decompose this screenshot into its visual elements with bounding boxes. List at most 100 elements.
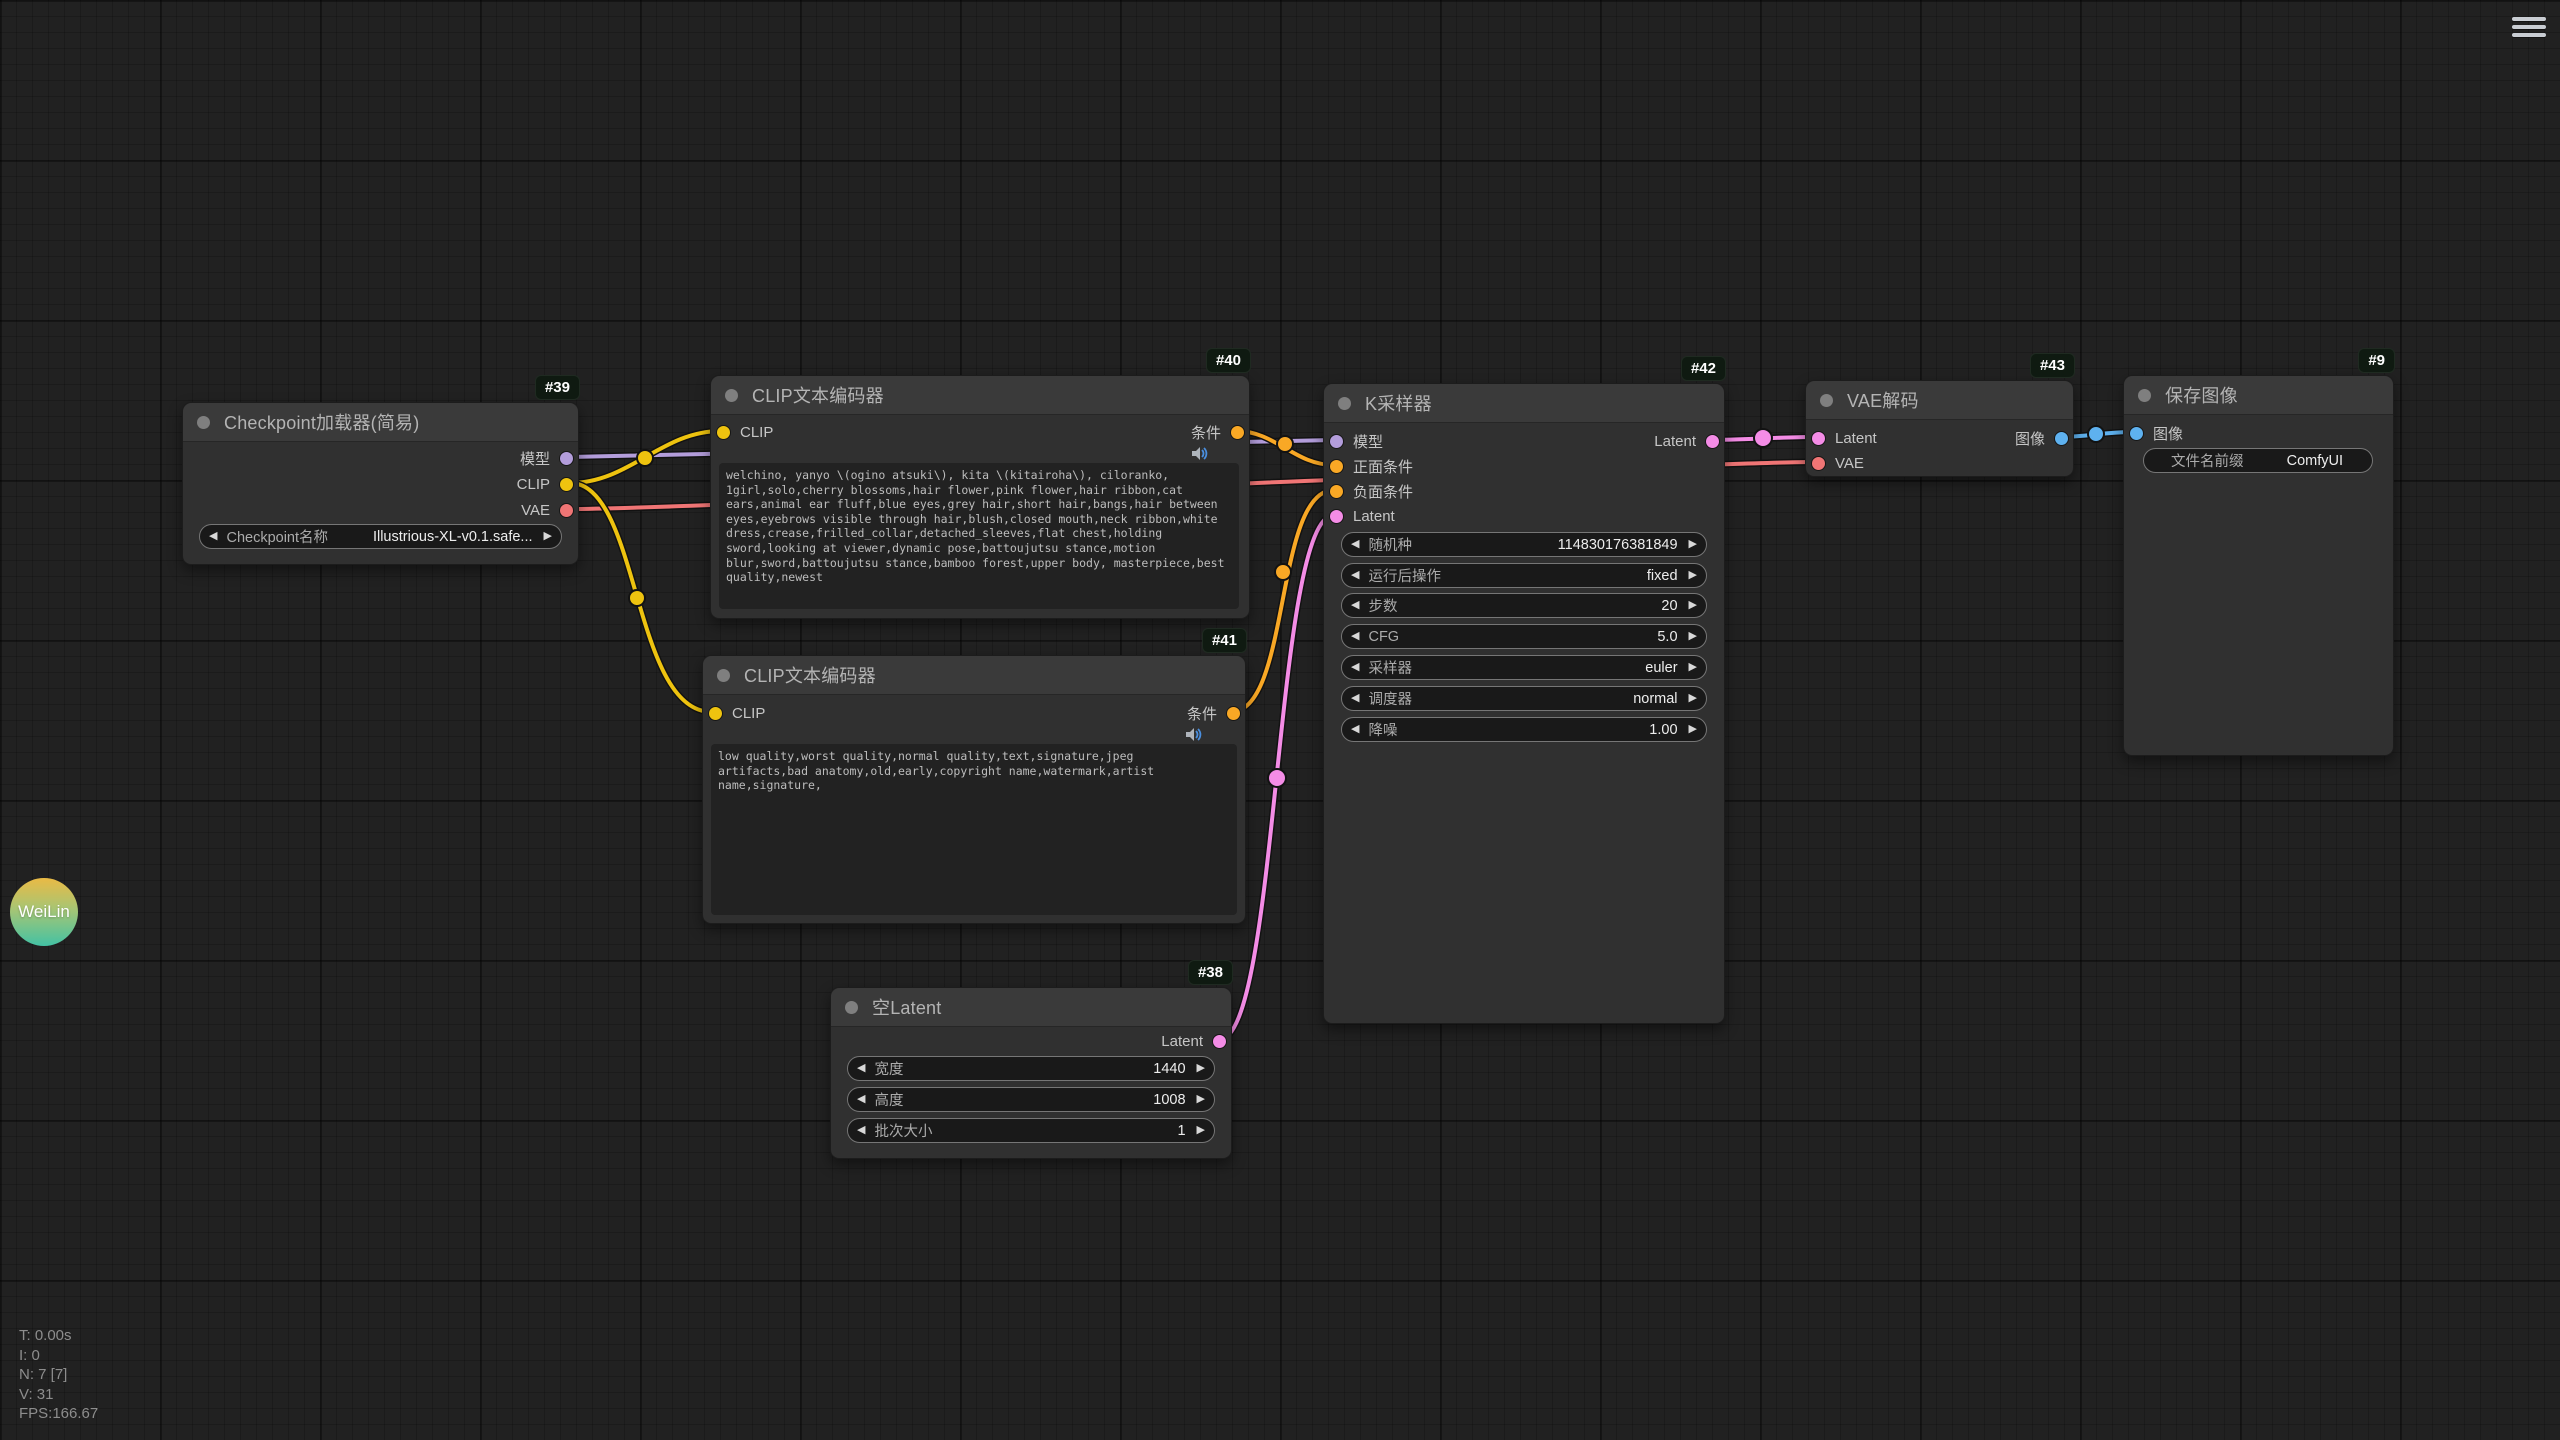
denoise-widget[interactable]: ◀ 降噪 1.00 ▶ xyxy=(1341,717,1707,742)
scheduler-widget[interactable]: ◀ 调度器 normal ▶ xyxy=(1341,686,1707,711)
conditioning-port-icon[interactable] xyxy=(1230,425,1245,440)
increment-arrow-icon[interactable]: ▶ xyxy=(544,531,552,542)
negative-prompt-textarea[interactable]: low quality,worst quality,normal quality… xyxy=(711,744,1237,915)
sampler-widget[interactable]: ◀ 采样器 euler ▶ xyxy=(1341,655,1707,680)
conditioning-port-icon[interactable] xyxy=(1329,459,1344,474)
node-clip-text-encode-positive[interactable]: #40 CLIP文本编码器 CLIP 条件 welchino, yanyo \(… xyxy=(710,375,1250,619)
input-positive-conditioning[interactable]: 正面条件 xyxy=(1329,458,1413,474)
width-widget[interactable]: ◀ 宽度 1440 ▶ xyxy=(847,1056,1215,1081)
increment-arrow-icon[interactable]: ▶ xyxy=(1689,693,1697,704)
node-title-bar[interactable]: VAE解码 xyxy=(1806,381,2073,420)
node-title-bar[interactable]: CLIP文本编码器 xyxy=(703,656,1245,695)
output-conditioning[interactable]: 条件 xyxy=(1191,424,1245,440)
collapse-dot-icon[interactable] xyxy=(2138,389,2151,402)
comfyui-graph-canvas[interactable]: #39 Checkpoint加载器(简易) 模型 CLIP VAE ◀ Chec… xyxy=(0,0,2560,1440)
node-title-bar[interactable]: Checkpoint加载器(简易) xyxy=(183,403,578,442)
steps-widget[interactable]: ◀ 步数 20 ▶ xyxy=(1341,593,1707,618)
collapse-dot-icon[interactable] xyxy=(1338,397,1351,410)
checkpoint-name-widget[interactable]: ◀ Checkpoint名称 Illustrious-XL-v0.1.safe.… xyxy=(199,524,562,549)
output-vae[interactable]: VAE xyxy=(521,502,574,518)
collapse-dot-icon[interactable] xyxy=(1820,394,1833,407)
output-latent[interactable]: Latent xyxy=(1161,1033,1227,1049)
decrement-arrow-icon[interactable]: ◀ xyxy=(1351,570,1359,581)
latent-port-icon[interactable] xyxy=(1811,431,1826,446)
output-model[interactable]: 模型 xyxy=(520,450,574,466)
clip-port-icon[interactable] xyxy=(716,425,731,440)
model-port-icon[interactable] xyxy=(1329,434,1344,449)
decrement-arrow-icon[interactable]: ◀ xyxy=(1351,539,1359,550)
output-image[interactable]: 图像 xyxy=(2015,430,2069,446)
image-port-icon[interactable] xyxy=(2054,431,2069,446)
link-midpoint-dot[interactable] xyxy=(1268,769,1286,787)
latent-port-icon[interactable] xyxy=(1329,509,1344,524)
node-ksampler[interactable]: #42 K采样器 模型 正面条件 负面条件 Latent Latent ◀ 随机… xyxy=(1323,383,1725,1024)
menu-hamburger-icon[interactable] xyxy=(2512,17,2546,41)
speaker-icon[interactable] xyxy=(1185,727,1203,742)
increment-arrow-icon[interactable]: ▶ xyxy=(1197,1063,1205,1074)
increment-arrow-icon[interactable]: ▶ xyxy=(1689,631,1697,642)
vae-port-icon[interactable] xyxy=(559,503,574,518)
input-latent[interactable]: Latent xyxy=(1811,430,1877,446)
latent-port-icon[interactable] xyxy=(1705,434,1720,449)
decrement-arrow-icon[interactable]: ◀ xyxy=(857,1125,865,1136)
link-midpoint-dot[interactable] xyxy=(637,450,653,466)
filename-prefix-widget[interactable]: 文件名前缀 ComfyUI xyxy=(2143,448,2373,473)
vae-port-icon[interactable] xyxy=(1811,456,1826,471)
decrement-arrow-icon[interactable]: ◀ xyxy=(1351,631,1359,642)
collapse-dot-icon[interactable] xyxy=(725,389,738,402)
clip-port-icon[interactable] xyxy=(708,706,723,721)
speaker-icon[interactable] xyxy=(1191,446,1209,461)
link-midpoint-dot[interactable] xyxy=(1754,429,1772,447)
collapse-dot-icon[interactable] xyxy=(197,416,210,429)
seed-widget[interactable]: ◀ 随机种 114830176381849 ▶ xyxy=(1341,532,1707,557)
node-title-bar[interactable]: 空Latent xyxy=(831,988,1231,1027)
node-title-bar[interactable]: 保存图像 xyxy=(2124,376,2393,415)
control-after-generate-widget[interactable]: ◀ 运行后操作 fixed ▶ xyxy=(1341,563,1707,588)
node-vae-decode[interactable]: #43 VAE解码 Latent VAE 图像 xyxy=(1805,380,2074,477)
link-midpoint-dot[interactable] xyxy=(1275,564,1291,580)
increment-arrow-icon[interactable]: ▶ xyxy=(1689,600,1697,611)
latent-port-icon[interactable] xyxy=(1212,1034,1227,1049)
decrement-arrow-icon[interactable]: ◀ xyxy=(857,1063,865,1074)
image-port-icon[interactable] xyxy=(2129,426,2144,441)
conditioning-port-icon[interactable] xyxy=(1226,706,1241,721)
input-model[interactable]: 模型 xyxy=(1329,433,1383,449)
positive-prompt-textarea[interactable]: welchino, yanyo \(ogino atsuki\), kita \… xyxy=(719,463,1239,609)
conditioning-port-icon[interactable] xyxy=(1329,484,1344,499)
decrement-arrow-icon[interactable]: ◀ xyxy=(1351,600,1359,611)
decrement-arrow-icon[interactable]: ◀ xyxy=(1351,724,1359,735)
increment-arrow-icon[interactable]: ▶ xyxy=(1689,662,1697,673)
clip-port-icon[interactable] xyxy=(559,477,574,492)
input-image[interactable]: 图像 xyxy=(2129,425,2183,441)
height-widget[interactable]: ◀ 高度 1008 ▶ xyxy=(847,1087,1215,1112)
batch-size-widget[interactable]: ◀ 批次大小 1 ▶ xyxy=(847,1118,1215,1143)
input-clip[interactable]: CLIP xyxy=(708,705,765,721)
decrement-arrow-icon[interactable]: ◀ xyxy=(857,1094,865,1105)
increment-arrow-icon[interactable]: ▶ xyxy=(1689,539,1697,550)
node-title-bar[interactable]: K采样器 xyxy=(1324,384,1724,423)
model-port-icon[interactable] xyxy=(559,451,574,466)
collapse-dot-icon[interactable] xyxy=(845,1001,858,1014)
output-conditioning[interactable]: 条件 xyxy=(1187,705,1241,721)
input-vae[interactable]: VAE xyxy=(1811,455,1864,471)
node-save-image[interactable]: #9 保存图像 图像 文件名前缀 ComfyUI xyxy=(2123,375,2394,756)
increment-arrow-icon[interactable]: ▶ xyxy=(1689,570,1697,581)
link-midpoint-dot[interactable] xyxy=(1277,436,1293,452)
node-clip-text-encode-negative[interactable]: #41 CLIP文本编码器 CLIP 条件 low quality,worst … xyxy=(702,655,1246,924)
node-title-bar[interactable]: CLIP文本编码器 xyxy=(711,376,1249,415)
input-latent[interactable]: Latent xyxy=(1329,508,1395,524)
decrement-arrow-icon[interactable]: ◀ xyxy=(1351,693,1359,704)
link-midpoint-dot[interactable] xyxy=(2088,426,2104,442)
node-checkpoint-loader[interactable]: #39 Checkpoint加载器(简易) 模型 CLIP VAE ◀ Chec… xyxy=(182,402,579,565)
decrement-arrow-icon[interactable]: ◀ xyxy=(209,531,217,542)
decrement-arrow-icon[interactable]: ◀ xyxy=(1351,662,1359,673)
increment-arrow-icon[interactable]: ▶ xyxy=(1689,724,1697,735)
increment-arrow-icon[interactable]: ▶ xyxy=(1197,1125,1205,1136)
node-empty-latent[interactable]: #38 空Latent Latent ◀ 宽度 1440 ▶ ◀ 高度 1008… xyxy=(830,987,1232,1159)
weilin-plugin-badge[interactable]: WeiLin xyxy=(10,878,78,946)
increment-arrow-icon[interactable]: ▶ xyxy=(1197,1094,1205,1105)
collapse-dot-icon[interactable] xyxy=(717,669,730,682)
input-clip[interactable]: CLIP xyxy=(716,424,773,440)
output-clip[interactable]: CLIP xyxy=(517,476,574,492)
input-negative-conditioning[interactable]: 负面条件 xyxy=(1329,483,1413,499)
